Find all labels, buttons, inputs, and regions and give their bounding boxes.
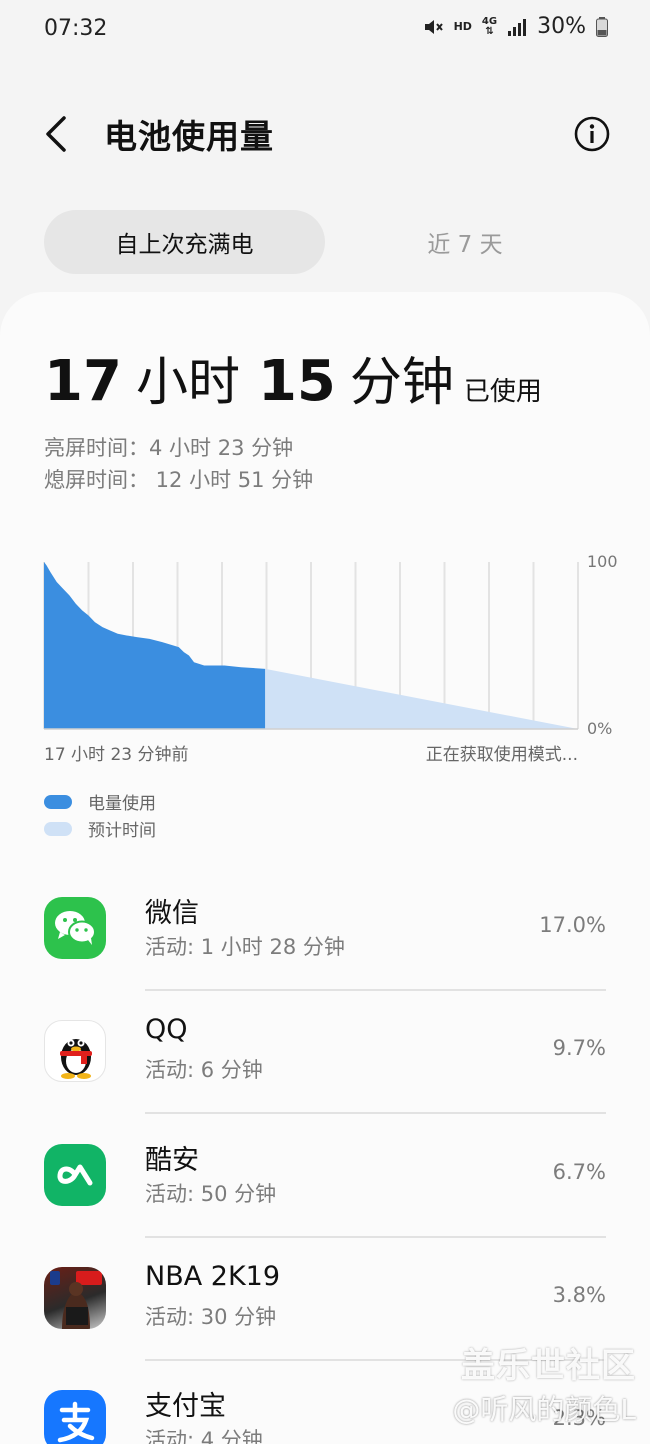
tab-last-7-days[interactable]: 近 7 天 [330,210,600,274]
status-time: 07:32 [44,16,108,41]
app-row-qq[interactable]: QQ 活动: 6 分钟 9.7% [0,1014,650,1142]
alipay-icon [44,1390,106,1444]
chevron-left-icon [46,116,66,152]
usage-hours: 17 [44,349,122,414]
legend-swatch-estimate [44,821,72,836]
watermark-user: @听风的颜色L [452,1393,636,1426]
app-percent: 17.0% [539,913,606,937]
info-icon [574,116,610,152]
tab-since-full-charge[interactable]: 自上次充满电 [44,210,325,274]
qq-icon [44,1020,106,1082]
coolapk-icon [44,1144,106,1206]
legend-battery-usage: 电量使用 [44,789,156,814]
page-title: 电池使用量 [104,117,274,156]
info-button[interactable] [570,112,614,156]
legend-swatch-usage [44,794,72,809]
series-estimated-time-area [265,668,578,729]
chart-start-label: 17 小时 23 分钟前 [44,745,189,765]
back-button[interactable] [34,108,82,160]
status-icons: HD 4G ⇅ 30% [422,14,608,39]
usage-minutes: 15 [257,349,336,414]
app-name: 支付宝 [145,1391,226,1422]
app-percent: 9.7% [552,1036,606,1060]
mute-icon [424,19,443,34]
y-tick-min: 0% [587,719,612,738]
app-name: 酷安 [145,1145,199,1176]
wechat-icon [44,897,106,959]
battery-icon [596,16,608,37]
used-label: 已使用 [463,377,542,407]
screen-off-time: 熄屏时间： 12 小时 51 分钟 [44,468,314,492]
battery-percent: 30% [537,14,586,39]
app-percent: 3.8% [552,1283,606,1307]
divider [145,1112,606,1114]
app-name: QQ [145,1014,188,1045]
series-battery-usage-area [44,562,266,729]
app-name: 微信 [145,898,199,929]
usage-hours-unit: 小时 [135,353,240,413]
battery-chart: 100 0% [43,552,618,738]
screen-on-time: 亮屏时间：4 小时 23 分钟 [44,436,294,460]
legend-label-estimate: 预计时间 [88,821,156,841]
nba2k19-icon [44,1267,106,1329]
app-active-time: 活动: 50 分钟 [145,1182,277,1206]
network-4g-icon: 4G ⇅ [481,15,498,37]
app-row-coolapk[interactable]: 酷安 活动: 50 分钟 6.7% [0,1144,650,1266]
hd-indicator: HD [453,20,472,33]
legend-label-usage: 电量使用 [88,794,156,814]
app-name: NBA 2K19 [145,1261,281,1292]
app-active-time: 活动: 1 小时 28 分钟 [145,935,345,959]
divider [145,989,606,991]
app-active-time: 活动: 30 分钟 [145,1305,277,1329]
network-type: 4G [481,15,498,27]
watermark-title: 盖乐世社区 [461,1346,636,1386]
y-tick-max: 100 [587,552,618,571]
app-row-wechat[interactable]: 微信 活动: 1 小时 28 分钟 17.0% [0,897,650,1019]
app-percent: 6.7% [552,1160,606,1184]
app-active-time: 活动: 4 分钟 [145,1428,263,1444]
app-active-time: 活动: 6 分钟 [145,1058,263,1082]
legend-estimated-time: 预计时间 [44,816,156,841]
chart-end-label: 正在获取使用模式... [425,745,578,765]
signal-icon [508,18,527,36]
total-usage: 17 小时 15 分钟 已使用 [44,340,542,415]
usage-minutes-unit: 分钟 [349,353,454,413]
divider [145,1236,606,1238]
